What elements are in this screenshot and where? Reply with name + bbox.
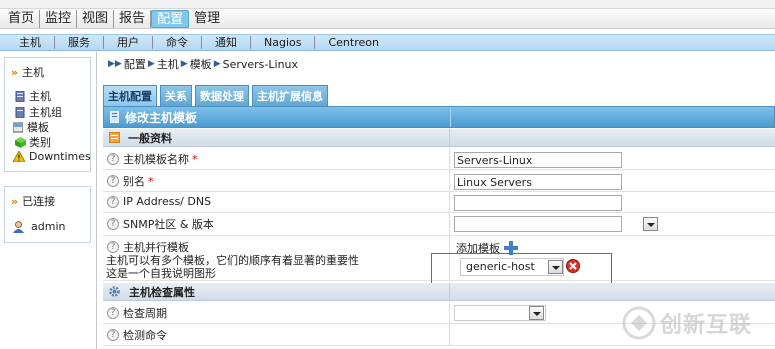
row-ip-address: ? IP Address/ DNS [103, 192, 775, 213]
help-icon[interactable]: ? [107, 329, 119, 341]
template-name-input[interactable] [454, 152, 622, 168]
check-period-dropdown[interactable] [529, 306, 544, 320]
nav-reports[interactable]: 报告 [114, 9, 152, 28]
tab-relations[interactable]: 关系 [160, 85, 192, 106]
section-check-title: 主机检查属性 [129, 285, 195, 299]
alias-input[interactable] [454, 174, 622, 190]
form-header-icon [109, 110, 120, 124]
help-icon[interactable]: ? [107, 307, 119, 319]
row-template-name: ? 主机模板名称 * [103, 148, 775, 170]
hosts-menu-panel: » 主机 主机 主机组 模板 类别 Downtimes [4, 57, 91, 172]
watermark-logo-icon [622, 306, 656, 340]
tab-extended-info[interactable]: 主机扩展信息 [252, 85, 328, 106]
breadcrumb-item[interactable]: 模板 [190, 56, 212, 72]
subnav-hosts[interactable]: 主机 [6, 36, 55, 49]
hosts-menu-title: » 主机 [11, 66, 45, 79]
connected-title: » 已连接 [11, 195, 56, 208]
menu-item-downtimes[interactable]: Downtimes [12, 149, 91, 163]
top-strip [0, 0, 775, 9]
subnav-users[interactable]: 用户 [104, 36, 153, 49]
form-tabs: 主机配置 关系 数据处理 主机扩展信息 [103, 84, 331, 106]
help-icon[interactable]: ? [107, 153, 119, 165]
watermark-text: 创新互联 [660, 312, 753, 338]
menu-item-hostgroups[interactable]: 主机组 [15, 104, 62, 120]
nav-monitoring[interactable]: 监控 [40, 9, 78, 28]
help-icon[interactable]: ? [107, 195, 119, 208]
server-group-icon [15, 106, 25, 118]
sub-nav: 主机 服务 用户 命令 通知 Nagios Centreon [0, 34, 775, 51]
user-icon [13, 221, 24, 233]
alias-label: ? 别名 * [107, 173, 154, 189]
category-cube-icon [15, 136, 26, 148]
template-icon [12, 122, 24, 133]
gear-icon [108, 285, 121, 298]
general-info-icon [108, 131, 121, 144]
subnav-nagios[interactable]: Nagios [251, 36, 316, 49]
snmp-label: ? SNMP社区 & 版本 [107, 216, 214, 232]
ip-address-input[interactable] [454, 195, 622, 211]
panel-divider [96, 52, 97, 349]
check-command-label: ? 检测命令 [107, 327, 167, 343]
breadcrumb-arrow-icon: ▶ [213, 59, 221, 69]
breadcrumb-arrow-icon: ▶▶ [108, 59, 122, 69]
subnav-notifications[interactable]: 通知 [202, 36, 251, 49]
nav-home[interactable]: 首页 [3, 9, 41, 28]
warning-icon [12, 149, 26, 163]
breadcrumb-arrow-icon: ▶ [147, 59, 155, 69]
breadcrumb-item[interactable]: Servers-Linux [223, 58, 298, 71]
watermark: 创新互联 [622, 296, 775, 349]
row-divider [449, 170, 450, 191]
double-chevron-icon: » [11, 195, 19, 208]
breadcrumb-item[interactable]: 配置 [124, 56, 146, 72]
nav-configuration[interactable]: 配置 [151, 9, 190, 28]
nav-administration[interactable]: 管理 [189, 10, 225, 28]
connected-panel: » 已连接 admin [4, 186, 91, 243]
header-divider [450, 107, 451, 127]
row-divider [449, 302, 450, 323]
snmp-community-input[interactable] [454, 216, 622, 232]
help-icon[interactable]: ? [107, 175, 119, 187]
template-name-label: ? 主机模板名称 * [107, 151, 198, 167]
section-divider [449, 283, 450, 301]
row-divider [449, 192, 450, 212]
tab-data-processing[interactable]: 数据处理 [195, 85, 249, 106]
breadcrumb: ▶▶ 配置 ▶ 主机 ▶ 模板 ▶ Servers-Linux [106, 56, 298, 72]
section-general-title: 一般资料 [128, 131, 172, 145]
form-title: 修改主机模板 [125, 110, 198, 125]
breadcrumb-item[interactable]: 主机 [157, 56, 179, 72]
section-general: 一般资料 [103, 129, 775, 147]
main-nav: 首页 监控 视图 报告 配置 管理 [0, 9, 775, 29]
double-chevron-icon: » [11, 66, 19, 79]
breadcrumb-arrow-icon: ▶ [180, 59, 188, 69]
row-divider [449, 213, 450, 235]
row-alias: ? 别名 * [103, 170, 775, 192]
menu-item-templates[interactable]: 模板 [12, 119, 49, 135]
help-icon[interactable]: ? [107, 218, 119, 230]
row-divider [449, 324, 450, 345]
row-snmp: ? SNMP社区 & 版本 [103, 213, 775, 236]
subnav-services[interactable]: 服务 [55, 36, 104, 49]
form-header: 修改主机模板 [103, 106, 775, 128]
connected-user-admin[interactable]: admin [13, 220, 65, 233]
subnav-centreon[interactable]: Centreon [315, 36, 391, 49]
parallel-template-desc-2: 这是一个自我说明图形 [106, 267, 216, 280]
section-divider [449, 129, 450, 147]
ip-label: ? IP Address/ DNS [107, 195, 211, 208]
snmp-version-dropdown[interactable] [643, 217, 658, 231]
menu-item-categories[interactable]: 类别 [15, 134, 51, 150]
menu-item-hosts[interactable]: 主机 [15, 88, 51, 104]
check-period-label: ? 检查周期 [107, 305, 167, 321]
server-icon [15, 90, 25, 102]
nav-views[interactable]: 视图 [77, 9, 115, 28]
tab-host-config[interactable]: 主机配置 [103, 85, 157, 106]
subnav-commands[interactable]: 命令 [153, 36, 202, 49]
row-divider [449, 148, 450, 169]
